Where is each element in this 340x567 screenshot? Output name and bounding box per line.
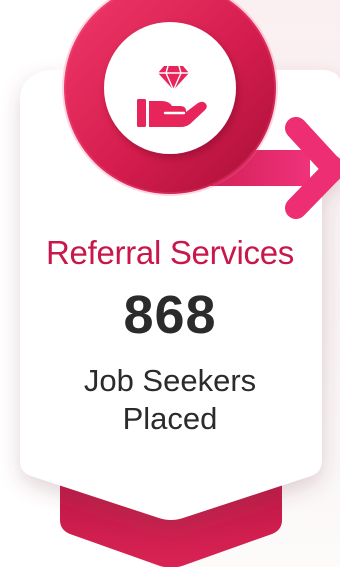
stat-count: 868 <box>123 285 217 345</box>
stat-card-widget: Referral Services 868 Job Seekers Placed <box>0 0 340 567</box>
stat-description-line-2: Placed <box>122 401 218 436</box>
stat-description: Job Seekers Placed <box>18 362 322 438</box>
stat-card-title: Referral Services <box>46 234 294 271</box>
stat-description-line-1: Job Seekers <box>83 363 257 398</box>
icon-disc <box>104 22 236 154</box>
